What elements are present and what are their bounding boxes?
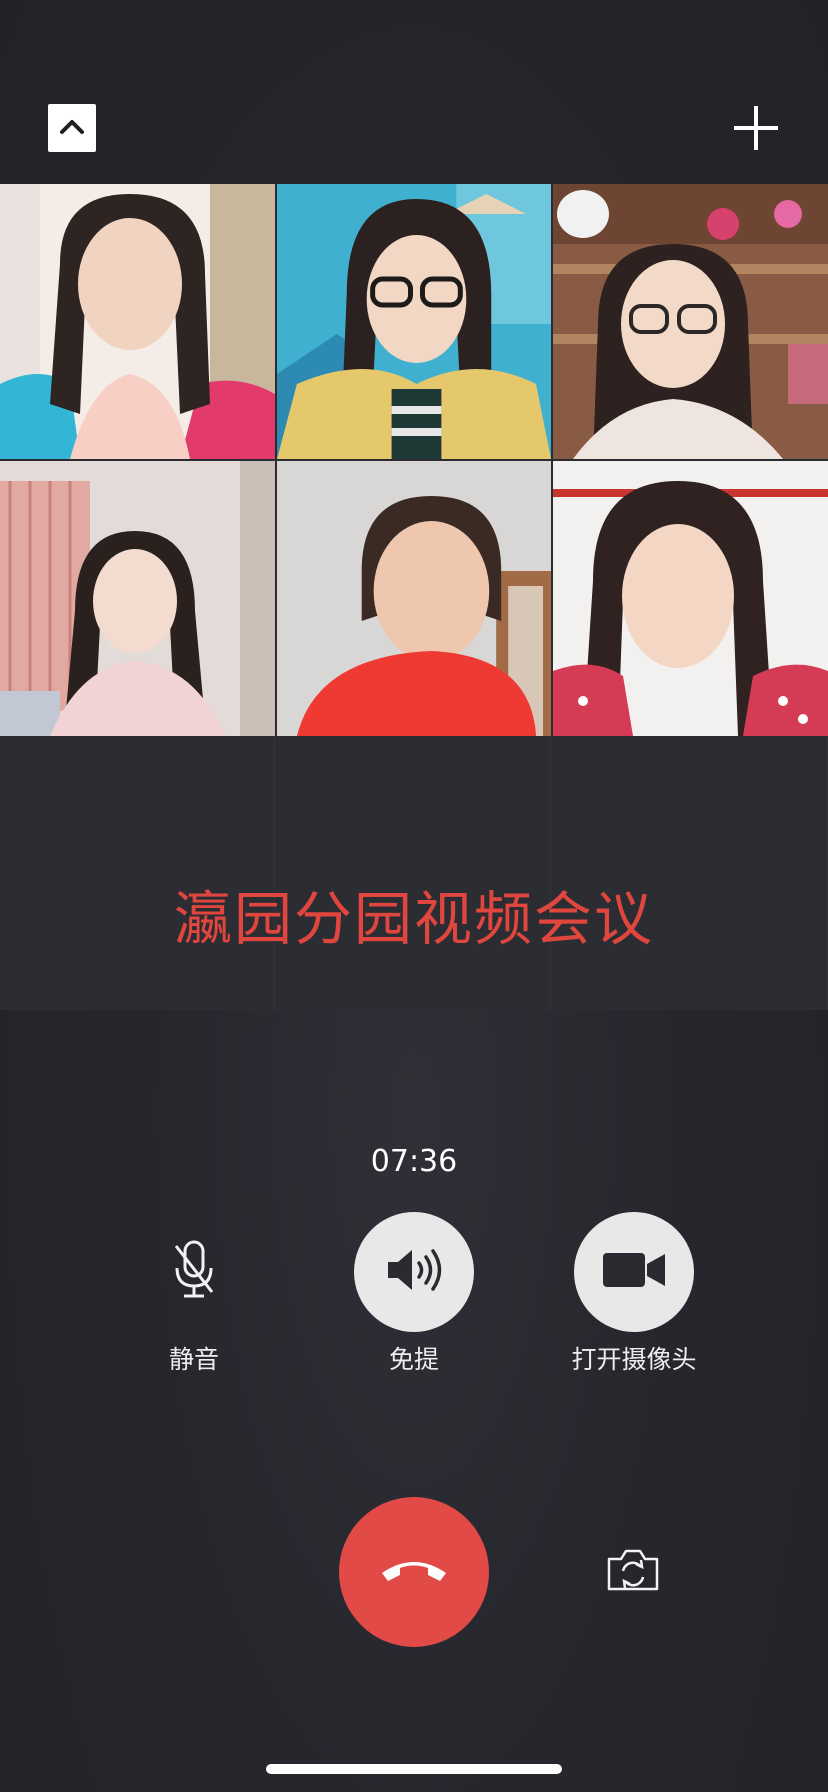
video-call-screen: 瀛园分园视频会议 07:36 静音 免提 打开摄像头: [0, 0, 828, 1792]
camera-control: 打开摄像头: [534, 1212, 734, 1376]
participant-video: [277, 461, 551, 736]
participant-video-tile[interactable]: [0, 184, 275, 459]
hang-up-icon: [378, 1555, 450, 1589]
participant-video-tile[interactable]: [0, 461, 275, 736]
participant-video-tile[interactable]: [277, 184, 551, 459]
participant-video: [0, 184, 275, 459]
participant-video: [277, 184, 551, 459]
participant-video-tile[interactable]: [553, 461, 828, 736]
camera-button[interactable]: [574, 1212, 694, 1332]
speaker-button[interactable]: [354, 1212, 474, 1332]
speaker-control: 免提: [314, 1212, 514, 1376]
participant-video: [0, 461, 275, 736]
participant-video: [553, 184, 828, 459]
participant-video: [553, 461, 828, 736]
video-camera-icon: [601, 1250, 667, 1294]
mute-control: 静音: [94, 1212, 294, 1376]
camera-label: 打开摄像头: [571, 1345, 697, 1374]
participant-video-tile[interactable]: [277, 461, 551, 736]
hang-up-button[interactable]: [339, 1497, 489, 1647]
meeting-caption: 瀛园分园视频会议: [173, 885, 654, 953]
microphone-icon: [170, 1238, 218, 1306]
switch-camera-button[interactable]: [604, 1548, 662, 1596]
plus-icon: [732, 104, 780, 156]
home-indicator[interactable]: [266, 1764, 562, 1774]
speaker-icon: [384, 1246, 444, 1298]
add-participant-button[interactable]: [730, 104, 782, 156]
mute-label: 静音: [168, 1345, 219, 1374]
chevron-up-icon: [58, 116, 86, 140]
participant-video-tile[interactable]: [553, 184, 828, 459]
mute-button[interactable]: [134, 1212, 254, 1332]
call-duration: 07:36: [370, 1144, 458, 1179]
speaker-label: 免提: [388, 1345, 439, 1374]
collapse-button[interactable]: [48, 104, 96, 152]
switch-camera-icon: [605, 1547, 661, 1597]
